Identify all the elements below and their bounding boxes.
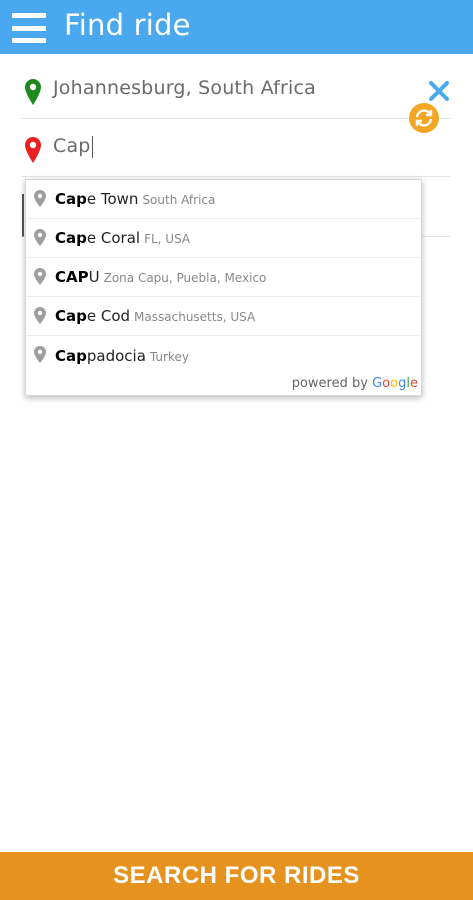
google-attribution: powered by Google bbox=[292, 376, 418, 391]
suggestion-name: e Town bbox=[86, 190, 139, 208]
suggestion-secondary: South Africa bbox=[142, 193, 216, 207]
origin-pin-icon bbox=[25, 79, 41, 105]
suggestion-name: U bbox=[88, 268, 100, 286]
suggestion-match: CAP bbox=[55, 268, 89, 286]
destination-field[interactable]: Cap bbox=[0, 120, 450, 176]
autocomplete-dropdown: Cape Town South Africa Cape Coral FL, USA … bbox=[25, 179, 422, 396]
suggestion-name: e Coral bbox=[86, 229, 141, 247]
close-icon[interactable] bbox=[428, 80, 450, 102]
origin-input[interactable]: Johannesburg, South Africa bbox=[53, 77, 316, 99]
place-pin-icon bbox=[34, 307, 46, 324]
suggestion-item[interactable]: CAPU Zona Capu, Puebla, Mexico bbox=[26, 258, 421, 297]
suggestion-secondary: FL, USA bbox=[144, 232, 191, 246]
suggestion-match: Cap bbox=[55, 229, 87, 247]
suggestion-match: Cap bbox=[55, 307, 87, 325]
search-for-rides-button[interactable]: SEARCH FOR RIDES bbox=[0, 852, 473, 900]
suggestion-secondary: Massachusetts, USA bbox=[134, 310, 256, 324]
suggestion-item[interactable]: Cape Town South Africa bbox=[26, 180, 421, 219]
place-pin-icon bbox=[34, 190, 46, 207]
app-bar: Find ride bbox=[0, 0, 473, 54]
place-pin-icon bbox=[34, 268, 46, 285]
hamburger-menu-icon[interactable] bbox=[12, 13, 46, 43]
place-pin-icon bbox=[34, 346, 46, 363]
google-logo: Google bbox=[372, 376, 418, 391]
suggestion-match: Cap bbox=[55, 190, 87, 208]
swap-refresh-icon[interactable] bbox=[409, 103, 439, 133]
destination-input[interactable]: Cap bbox=[53, 135, 93, 158]
attribution-prefix: powered by bbox=[291, 376, 368, 391]
suggestion-secondary: Turkey bbox=[149, 349, 189, 364]
divider bbox=[22, 176, 450, 177]
suggestion-secondary: Zona Capu, Puebla, Mexico bbox=[103, 271, 267, 285]
suggestion-item[interactable]: Cape Cod Massachusetts, USA bbox=[26, 297, 421, 336]
divider bbox=[22, 118, 450, 119]
text-caret bbox=[91, 135, 93, 158]
destination-input-value: Cap bbox=[53, 135, 91, 157]
suggestion-item[interactable]: Cape Coral FL, USA bbox=[26, 219, 421, 258]
destination-pin-icon bbox=[25, 137, 41, 163]
origin-field[interactable]: Johannesburg, South Africa bbox=[0, 62, 450, 118]
suggestion-name: padocia bbox=[86, 346, 146, 365]
place-pin-icon bbox=[34, 229, 46, 246]
suggestion-name: e Cod bbox=[86, 307, 131, 325]
page-title: Find ride bbox=[64, 8, 191, 42]
suggestion-match: Cap bbox=[55, 346, 87, 365]
suggestion-item[interactable]: Cappadocia Turkey bbox=[26, 336, 421, 375]
